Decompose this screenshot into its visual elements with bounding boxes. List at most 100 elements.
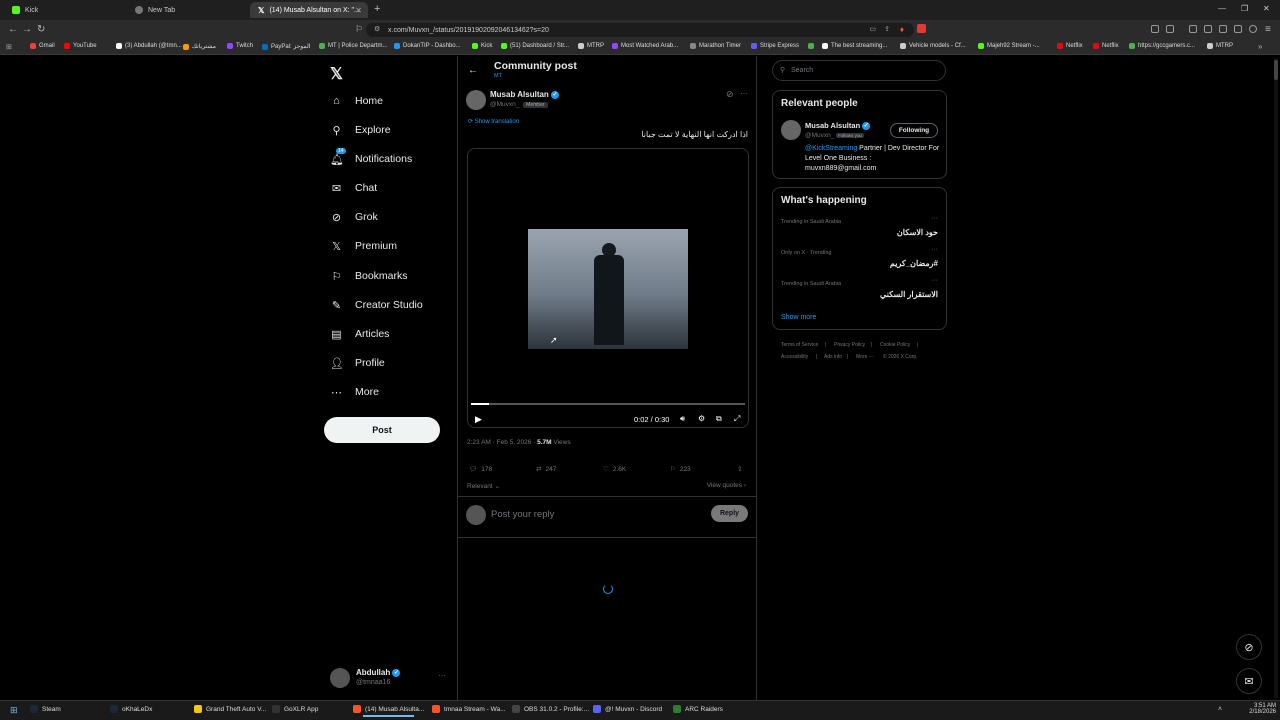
forward-icon[interactable]: → [22,24,32,35]
clock[interactable]: 3:51 AM 2/18/2026 [1248,703,1276,715]
sort-relevant[interactable]: Relevant ⌄ [467,482,500,490]
taskbar-item[interactable]: @! Muvxn - Discord [593,705,662,713]
grok-icon[interactable]: ⊘ [726,89,734,100]
bookmark-item[interactable]: The best streaming... [822,43,887,49]
following-button[interactable]: Following [890,123,938,138]
reader-icon[interactable] [1204,25,1212,33]
more-dots-icon[interactable]: ··· [438,671,446,680]
fullscreen-icon[interactable]: ⤢ [734,414,740,424]
bookmark-item[interactable]: Kick [472,43,492,49]
reload-icon[interactable]: ↻ [37,24,45,35]
bookmark-item[interactable]: Stripe Express [751,43,799,49]
scrollbar[interactable] [1274,58,1278,698]
bookmark-item[interactable]: https://gccgamers.c... [1129,43,1195,49]
bookmark-item[interactable]: DokanTIP - Dashbo... [394,43,461,49]
person-name-row[interactable]: Musab Alsultan ✓ [805,121,871,131]
nav-item-notifications[interactable]: 🔔︎ 14 Notifications [330,147,412,169]
profile-icon[interactable] [1249,25,1257,33]
settings-icon[interactable]: ⚙ [698,414,705,423]
more-dots-icon[interactable]: ··· [931,246,938,253]
bookmark-page-icon[interactable]: ⚐ [355,24,363,35]
reply-stat[interactable]: 💬︎ 178 [469,465,492,474]
search-input[interactable]: ⚲ Search [772,60,946,81]
bookmark-item[interactable]: MTRP [1207,43,1233,49]
nav-item-bookmarks[interactable]: ⚐ Bookmarks [330,266,408,286]
bookmark-item[interactable]: YouTube [64,43,97,49]
minimize-icon[interactable]: — [1218,4,1226,13]
bookmark-item[interactable]: Gmail [30,43,55,49]
maximize-icon[interactable]: ❐ [1241,4,1248,13]
video-progress-track[interactable] [471,403,745,405]
video-player[interactable]: ➚ ▶ 0:02 / 0:30 🔊︎ ⚙ ⧉ ⤢ [467,148,749,428]
footer-more-link[interactable]: More ··· [856,354,874,360]
footer-accessibility-link[interactable]: Accessibility [781,354,808,360]
browser-tab-new[interactable]: New Tab [127,2,249,18]
author-name-row[interactable]: Musab Alsultan ✓ [490,90,560,99]
show-more-link[interactable]: Show more [781,314,816,321]
browser-tab-x[interactable]: 𝕏 (14) Musab Alsultan on X: "... ✕ [250,2,368,18]
media-icon[interactable] [1189,25,1197,33]
nav-item-creator-studio[interactable]: ✎ Creator Studio [330,295,423,315]
bookmark-item[interactable]: (3) Abdullah (@tmn... [116,43,182,49]
person-avatar[interactable] [781,120,801,140]
nav-item-articles[interactable]: ▤ Articles [330,324,389,344]
like-stat[interactable]: ♡ 2.6K [603,465,626,474]
bookmark-item[interactable]: Majeh92 Stream -... [978,43,1040,49]
x-logo-icon[interactable]: 𝕏 [330,64,343,84]
share-icon[interactable]: ⇪ [884,25,890,33]
bookmark-item[interactable]: Twitch [227,43,253,49]
reply-button[interactable]: Reply [711,505,748,522]
nav-item-more[interactable]: ⋯ More [330,382,379,402]
back-icon[interactable]: ← [8,24,18,35]
close-window-icon[interactable]: ✕ [1263,4,1270,13]
bookmark-item[interactable]: PayPal: الموجز [262,43,310,50]
trend-item[interactable]: حود الاسكان [897,228,938,237]
menu-icon[interactable]: ≡ [1265,24,1271,35]
bookmark-item[interactable]: Vehicle models - Cf... [900,43,966,49]
trend-item[interactable]: الاستقرار السكني [880,290,938,299]
nav-item-premium[interactable]: 𝕏 Premium [330,236,397,256]
show-translation-link[interactable]: ⟳ Show translation [468,118,519,125]
more-bookmarks-icon[interactable]: » [1258,42,1262,51]
close-tab-icon[interactable]: ✕ [355,6,362,15]
nav-item-explore[interactable]: ⚲ Explore [330,120,390,140]
footer-terms-link[interactable]: Terms of Service [781,342,818,348]
account-switcher[interactable]: Abdullah ✓ @tmnaa16 ··· [330,668,452,690]
bookmark-item[interactable]: MT | Police Departm... [319,43,387,49]
bio-mention-link[interactable]: @KickStreaming [805,145,857,152]
site-info-icon[interactable]: ⚙ [374,25,380,33]
view-quotes-link[interactable]: View quotes › [707,482,746,489]
taskbar-item[interactable]: GoXLR App [272,705,318,713]
more-dots-icon[interactable]: ··· [931,277,938,284]
taskbar-item[interactable]: tmnaa Stream - Wa... [432,705,506,713]
taskbar-item[interactable]: Grand Theft Auto V... [194,705,266,713]
cast-icon[interactable]: ▭ [869,25,876,33]
volume-icon[interactable]: 🔊︎ [680,414,685,424]
taskbar-item[interactable]: ARC Raiders [673,705,723,713]
more-dots-icon[interactable]: ··· [931,215,938,222]
nav-item-chat[interactable]: ✉ Chat [330,178,377,198]
brave-rewards-icon[interactable] [917,24,926,33]
bookmark-item[interactable] [808,43,817,49]
taskbar-item[interactable]: Steam [30,705,61,713]
reply-input[interactable]: Post your reply [491,509,554,520]
apps-grid-icon[interactable]: ⊞ [6,43,12,51]
taskbar-item[interactable]: OBS 31.0.2 - Profile:... [512,705,589,713]
nav-item-profile[interactable]: 👤︎ Profile [330,353,385,373]
author-avatar[interactable] [466,90,486,110]
bookmark-item[interactable]: Netflix [1093,43,1119,49]
scrollbar-thumb[interactable] [1274,60,1278,80]
messages-float-icon[interactable]: ✉ [1236,668,1262,694]
extension-icon[interactable] [1151,25,1159,33]
browser-tab-kick[interactable]: Kick [4,2,126,18]
post-button[interactable]: Post [324,417,440,443]
bookmark-item[interactable]: Most Watched Arab... [612,43,678,49]
windows-start-icon[interactable]: ⊞ [10,705,18,716]
bookmark-item[interactable]: (51) Dashboard / Str... [501,43,569,49]
bookmark-item[interactable]: مشترياتك [183,43,216,50]
play-icon[interactable]: ▶ [475,414,482,425]
grok-float-icon[interactable]: ⊘ [1236,634,1262,660]
community-tag[interactable]: MT [494,73,502,79]
bookmark-stat[interactable]: ⚐ 223 [670,465,691,474]
wallet-icon[interactable] [1219,25,1227,33]
